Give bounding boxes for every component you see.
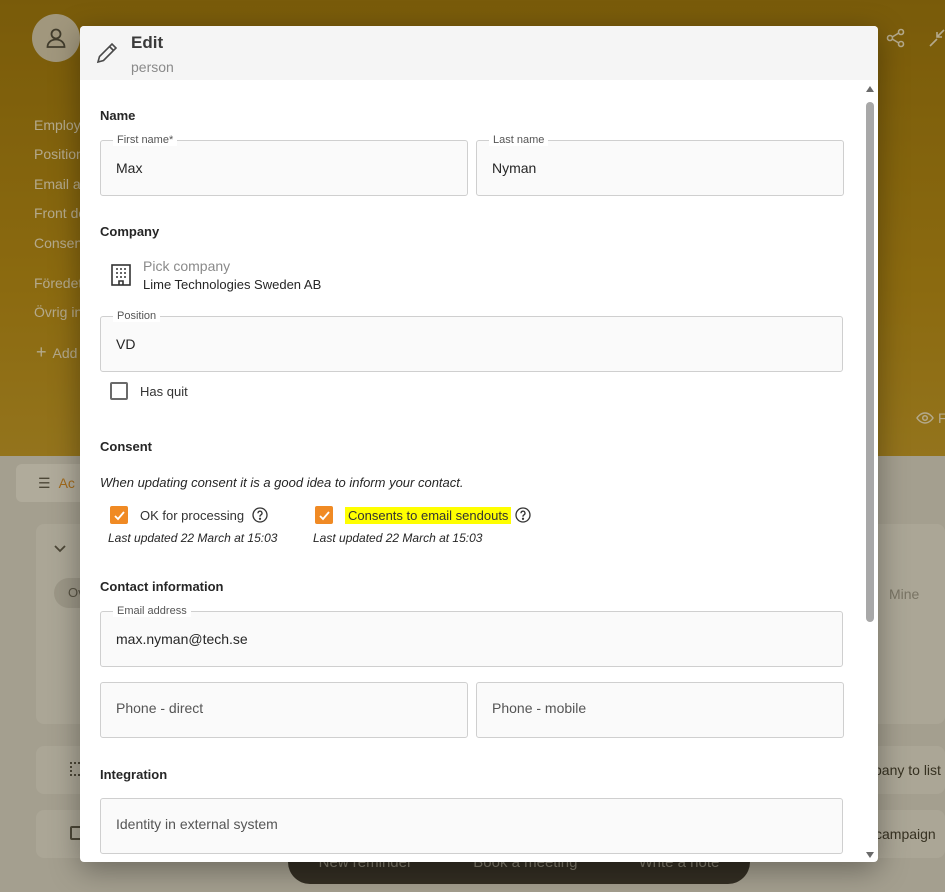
has-quit-checkbox[interactable]: Has quit — [110, 382, 188, 400]
help-icon[interactable] — [252, 507, 268, 523]
has-quit-label: Has quit — [140, 383, 188, 399]
eye-icon — [916, 412, 934, 424]
bg-field-label: Övrig in — [34, 304, 83, 321]
scroll-thumb[interactable] — [866, 102, 874, 622]
position-label: Position — [113, 310, 161, 322]
bg-field-label: Föredet — [34, 274, 83, 291]
list-icon: ☰ — [38, 474, 51, 491]
section-title-consent: Consent — [100, 439, 152, 454]
plus-icon: + — [36, 342, 47, 362]
building-icon — [111, 264, 131, 286]
check-icon — [318, 510, 330, 520]
bg-field-label: Email a — [34, 175, 81, 192]
phone-direct-input[interactable] — [116, 700, 446, 716]
last-name-field[interactable]: Last name Nyman — [476, 134, 844, 196]
edit-person-dialog: Edit person Name First name* Max Last na… — [80, 26, 878, 862]
last-name-label: Last name — [489, 134, 549, 146]
email-consent-updated: Last updated 22 March at 15:03 — [313, 531, 483, 545]
phone-mobile-input[interactable] — [492, 700, 822, 716]
bg-field-label: Consen — [34, 234, 83, 251]
dialog-scrollbar[interactable] — [864, 86, 876, 858]
bg-field-label: Position — [34, 146, 84, 163]
position-value: VD — [116, 336, 136, 352]
company-placeholder: Pick company — [143, 258, 231, 274]
section-title-name: Name — [100, 108, 136, 123]
dialog-subtitle: person — [131, 59, 174, 75]
add-field-button[interactable]: + Add — [36, 342, 77, 363]
email-consent-checkbox[interactable]: Consents to email sendouts — [315, 506, 532, 524]
collapse-icon[interactable] — [928, 28, 945, 51]
ok-processing-checkbox[interactable]: OK for processing — [110, 506, 268, 524]
bg-field-label: Front de — [34, 205, 87, 222]
section-title-company: Company — [100, 224, 160, 239]
dialog-title: Edit — [131, 33, 164, 52]
background-row-text: l campaign — [868, 826, 936, 842]
share-icon[interactable] — [886, 28, 906, 51]
section-title-integration: Integration — [100, 767, 168, 782]
bg-field-label: Employ — [34, 117, 81, 133]
first-name-label: First name* — [113, 134, 178, 146]
background-mine-filter[interactable]: Mine — [889, 586, 919, 602]
email-value: max.nyman@tech.se — [116, 631, 248, 647]
first-name-value: Max — [116, 160, 143, 176]
checkbox-checked — [110, 506, 128, 524]
chevron-down-icon[interactable] — [52, 540, 68, 559]
person-icon — [46, 28, 66, 48]
watch-button[interactable]: F — [916, 410, 945, 426]
avatar — [32, 14, 80, 62]
help-icon[interactable] — [515, 507, 532, 523]
background-field-list: Employ Position Email a Front de Consen … — [34, 116, 86, 333]
last-name-value: Nyman — [492, 160, 537, 176]
external-id-input[interactable] — [116, 816, 783, 832]
section-title-contact: Contact information — [100, 579, 224, 594]
ok-processing-label: OK for processing — [140, 507, 245, 523]
phone-mobile-field[interactable] — [476, 682, 844, 738]
scroll-up-arrow-icon[interactable] — [866, 86, 874, 92]
scroll-down-arrow-icon[interactable] — [866, 852, 874, 858]
background-row-text: pany to list — [874, 762, 941, 778]
first-name-field[interactable]: First name* Max — [100, 134, 468, 196]
checkbox-checked — [315, 506, 333, 524]
consent-note: When updating consent it is a good idea … — [100, 475, 464, 490]
dialog-body: Name First name* Max Last name Nyman Com… — [80, 80, 878, 862]
checkbox-unchecked — [110, 382, 128, 400]
email-consent-label: Consents to email sendouts — [345, 506, 512, 524]
company-value: Lime Technologies Sweden AB — [143, 277, 322, 292]
ok-processing-updated: Last updated 22 March at 15:03 — [108, 531, 278, 545]
external-id-field[interactable] — [100, 798, 843, 854]
email-field[interactable]: Email address max.nyman@tech.se — [100, 605, 843, 667]
dialog-header: Edit person — [80, 26, 878, 80]
check-icon — [113, 510, 125, 520]
phone-direct-field[interactable] — [100, 682, 468, 738]
pencil-icon — [96, 42, 118, 64]
email-label: Email address — [113, 605, 191, 617]
position-field[interactable]: Position VD — [100, 310, 843, 372]
company-picker[interactable]: Pick company Lime Technologies Sweden AB — [110, 258, 321, 292]
